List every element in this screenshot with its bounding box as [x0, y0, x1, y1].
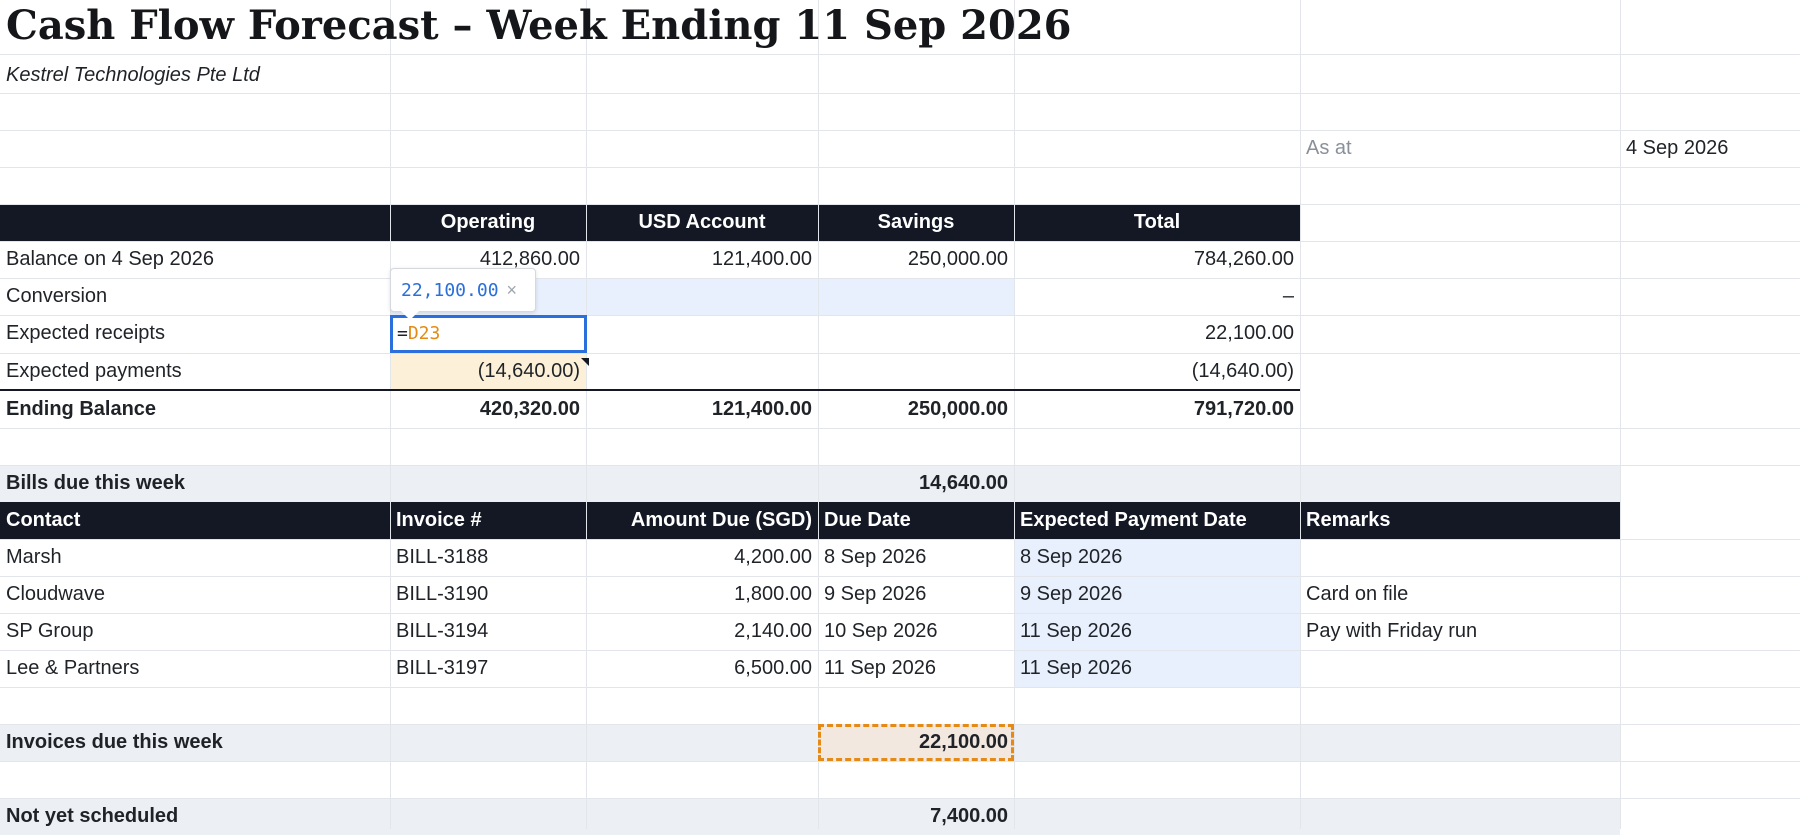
row-label-conversion[interactable]: Conversion: [0, 278, 390, 315]
bills-section-label[interactable]: Bills due this week: [0, 465, 390, 502]
active-cell-editor[interactable]: =D23: [390, 315, 587, 353]
bill-invoice[interactable]: BILL-3194: [390, 613, 586, 650]
comment-indicator[interactable]: [581, 358, 589, 366]
payments-total[interactable]: (14,640.00): [1014, 353, 1300, 390]
conversion-total[interactable]: –: [1014, 278, 1300, 315]
bills-section-total[interactable]: 14,640.00: [818, 465, 1014, 502]
row-label-receipts[interactable]: Expected receipts: [0, 315, 390, 352]
bill-amount[interactable]: 4,200.00: [586, 539, 818, 576]
ending-total[interactable]: 791,720.00: [1014, 391, 1300, 428]
bill-amount[interactable]: 6,500.00: [586, 650, 818, 687]
unscheduled-section-label[interactable]: Not yet scheduled: [0, 798, 390, 835]
ending-usd[interactable]: 121,400.00: [586, 391, 818, 428]
bill-remarks[interactable]: Card on file: [1300, 576, 1620, 613]
ending-savings[interactable]: 250,000.00: [818, 391, 1014, 428]
as-at-date[interactable]: 4 Sep 2026: [1620, 130, 1800, 167]
receipts-total[interactable]: 22,100.00: [1014, 315, 1300, 352]
table-row[interactable]: Cloudwave: [0, 576, 390, 613]
ending-operating[interactable]: 420,320.00: [390, 391, 586, 428]
sheet-title: Cash Flow Forecast – Week Ending 11 Sep …: [6, 2, 1072, 49]
table-row[interactable]: SP Group: [0, 613, 390, 650]
row-label-balance[interactable]: Balance on 4 Sep 2026: [0, 241, 390, 278]
row-label-payments[interactable]: Expected payments: [0, 353, 390, 390]
bill-due-date[interactable]: 10 Sep 2026: [818, 613, 1014, 650]
bill-expected-date[interactable]: 8 Sep 2026: [1014, 539, 1300, 576]
balance-savings[interactable]: 250,000.00: [818, 241, 1014, 278]
bills-header-expected: Expected Payment Date: [1020, 509, 1247, 531]
row-label-ending[interactable]: Ending Balance: [0, 391, 390, 428]
bill-expected-date[interactable]: 9 Sep 2026: [1014, 576, 1300, 613]
balance-total[interactable]: 784,260.00: [1014, 241, 1300, 278]
bill-invoice[interactable]: BILL-3190: [390, 576, 586, 613]
formula-preview-value: 22,100.00: [401, 280, 499, 301]
bill-expected-date[interactable]: 11 Sep 2026: [1014, 613, 1300, 650]
formula-reference: D23: [407, 323, 441, 344]
formula-preview-tooltip: 22,100.00 ×: [390, 268, 536, 320]
bills-header-due: Due Date: [824, 509, 911, 531]
spreadsheet: Cash Flow Forecast – Week Ending 11 Sep …: [0, 0, 1800, 835]
bill-due-date[interactable]: 9 Sep 2026: [818, 576, 1014, 613]
invoices-section-total[interactable]: 22,100.00: [818, 724, 1014, 761]
close-icon[interactable]: ×: [507, 280, 518, 300]
unscheduled-section-total[interactable]: 7,400.00: [818, 798, 1014, 835]
bill-remarks[interactable]: [1300, 650, 1620, 687]
table-row[interactable]: Lee & Partners: [0, 650, 390, 687]
formula-equals: =: [397, 323, 408, 344]
header-savings: Savings: [877, 211, 955, 233]
header-usd-account: USD Account: [638, 211, 766, 233]
bills-header-amount: Amount Due (SGD): [630, 509, 812, 531]
balance-usd[interactable]: 121,400.00: [586, 241, 818, 278]
company-name: Kestrel Technologies Pte Ltd: [6, 64, 260, 86]
payments-operating[interactable]: (14,640.00): [390, 353, 586, 390]
bill-due-date[interactable]: 11 Sep 2026: [818, 650, 1014, 687]
bill-amount[interactable]: 1,800.00: [586, 576, 818, 613]
bills-header-invoice: Invoice #: [396, 509, 482, 531]
header-operating: Operating: [440, 211, 536, 233]
bill-amount[interactable]: 2,140.00: [586, 613, 818, 650]
as-at-label: As at: [1306, 137, 1352, 159]
bill-remarks[interactable]: Pay with Friday run: [1300, 613, 1620, 650]
bill-expected-date[interactable]: 11 Sep 2026: [1014, 650, 1300, 687]
bill-invoice[interactable]: BILL-3197: [390, 650, 586, 687]
header-total: Total: [1133, 211, 1181, 233]
bill-remarks[interactable]: [1300, 539, 1620, 576]
bills-header-remarks: Remarks: [1306, 509, 1391, 531]
bill-due-date[interactable]: 8 Sep 2026: [818, 539, 1014, 576]
bill-invoice[interactable]: BILL-3188: [390, 539, 586, 576]
invoices-section-label[interactable]: Invoices due this week: [0, 724, 390, 761]
bills-header-contact: Contact: [6, 509, 81, 531]
table-row[interactable]: Marsh: [0, 539, 390, 576]
